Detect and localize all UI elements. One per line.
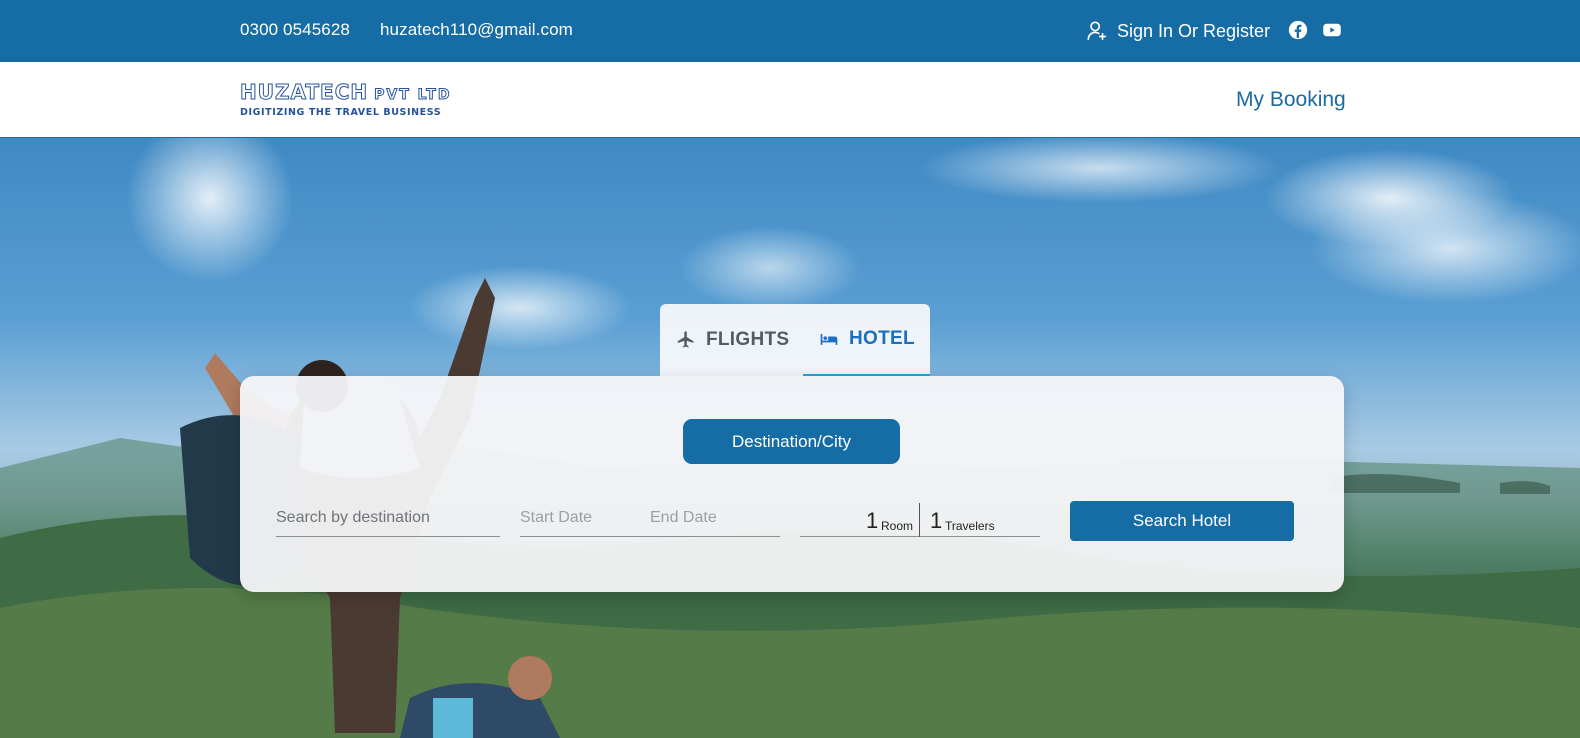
rooms-selector[interactable]: 1 Room xyxy=(800,503,920,537)
sign-in-link[interactable]: Sign In Or Register xyxy=(1086,19,1270,43)
destination-input[interactable] xyxy=(276,503,500,533)
search-tabs: FLIGHTS HOTEL xyxy=(660,304,930,376)
site-header: HUZATECH PVT LTD DIGITIZING THE TRAVEL BU… xyxy=(0,62,1580,138)
top-bar: 0300 0545628 huzatech110@gmail.com Sign … xyxy=(0,0,1580,62)
travelers-count: 1 xyxy=(930,508,943,533)
rooms-label: Room xyxy=(881,519,914,533)
bed-icon xyxy=(820,334,838,345)
rooms-count: 1 xyxy=(866,508,879,533)
tab-hotel[interactable]: HOTEL xyxy=(803,304,930,376)
travelers-label: Travelers xyxy=(945,519,995,533)
logo-title-suffix: PVT LTD xyxy=(374,87,452,104)
facebook-icon[interactable] xyxy=(1288,20,1308,40)
end-date-input[interactable] xyxy=(650,503,780,533)
email-address[interactable]: huzatech110@gmail.com xyxy=(380,20,573,40)
start-date-input[interactable] xyxy=(520,503,650,533)
company-logo[interactable]: HUZATECH PVT LTD DIGITIZING THE TRAVEL BU… xyxy=(239,80,452,119)
rooms-travelers-selector: 1 Room 1 Travelers xyxy=(800,503,1040,537)
logo-tagline: DIGITIZING THE TRAVEL BUSINESS xyxy=(240,107,442,118)
tab-flights[interactable]: FLIGHTS xyxy=(660,304,803,376)
destination-city-button[interactable]: Destination/City xyxy=(683,419,900,464)
airplane-icon xyxy=(677,331,694,348)
youtube-icon[interactable] xyxy=(1322,20,1342,40)
date-range-field xyxy=(520,503,780,537)
my-booking-link[interactable]: My Booking xyxy=(1236,88,1346,112)
search-hotel-button[interactable]: Search Hotel xyxy=(1070,501,1294,541)
phone-number[interactable]: 0300 0545628 xyxy=(240,20,350,40)
tab-hotel-label: HOTEL xyxy=(849,328,915,349)
logo-title: HUZATECH xyxy=(239,80,369,104)
tab-flights-label: FLIGHTS xyxy=(706,329,790,350)
travelers-selector[interactable]: 1 Travelers xyxy=(920,503,1040,537)
destination-field xyxy=(276,503,500,537)
hotel-search-card: Destination/City 1 Room 1 Travelers Sear… xyxy=(240,376,1344,592)
sign-in-label: Sign In Or Register xyxy=(1117,20,1271,41)
user-add-icon xyxy=(1087,21,1107,41)
